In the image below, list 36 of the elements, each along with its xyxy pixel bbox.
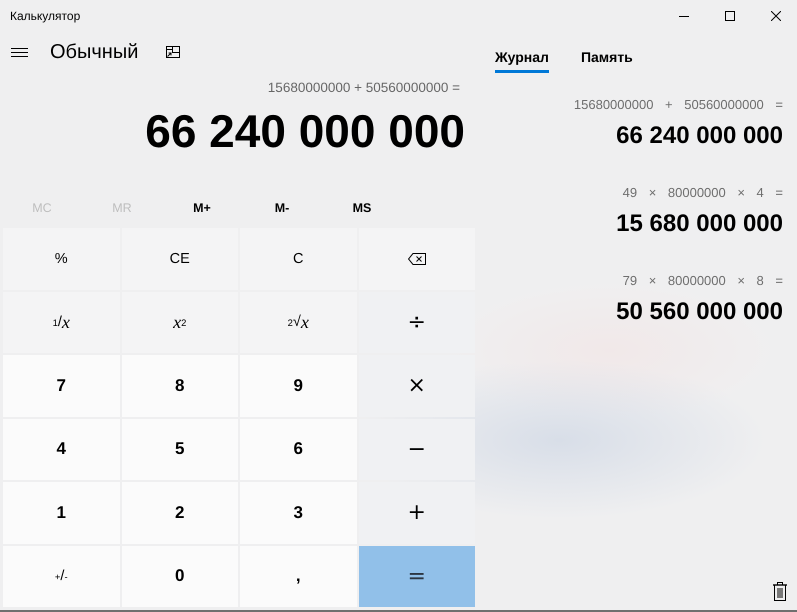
operator-key[interactable]: −	[358, 418, 475, 480]
history-expression[interactable]: 49 × 80000000 × 4 =	[622, 184, 783, 202]
decimal-key[interactable]: ,	[240, 546, 356, 607]
history-result[interactable]: 50 560 000 000	[616, 297, 783, 327]
digit-key[interactable]: 1	[3, 482, 120, 544]
digit-key[interactable]: 8	[122, 355, 238, 416]
trash-icon[interactable]	[773, 582, 787, 601]
mode-title: Обычный	[50, 40, 138, 64]
digit-key[interactable]: 9	[240, 355, 356, 416]
backspace-icon	[408, 252, 426, 265]
memory-button[interactable]: M-	[242, 190, 322, 226]
tab[interactable]: Журнал	[495, 42, 549, 73]
history-expression[interactable]: 15680000000 + 50560000000 =	[574, 96, 783, 114]
digit-key[interactable]: 3	[240, 482, 356, 544]
expression-text: 15680000000 + 50560000000 =	[266, 79, 461, 97]
digit-key[interactable]: 2	[122, 482, 238, 544]
history-result[interactable]: 15 680 000 000	[616, 209, 783, 239]
digit-key[interactable]: 4	[3, 418, 120, 480]
history-expression[interactable]: 79 × 80000000 × 8 =	[622, 272, 783, 290]
history-result[interactable]: 66 240 000 000	[616, 121, 783, 151]
tab[interactable]: Память	[580, 42, 633, 73]
function-key[interactable]: CE	[122, 228, 238, 290]
digit-key[interactable]: 6	[240, 418, 356, 480]
memory-button[interactable]: M+	[162, 190, 242, 226]
function-key[interactable]: C	[240, 228, 356, 290]
function-key[interactable]: %	[3, 228, 120, 290]
menu-icon[interactable]	[11, 48, 28, 56]
digit-key[interactable]: 7	[3, 355, 120, 416]
maximize-icon[interactable]	[725, 11, 735, 21]
result-display: 66 240 000 000	[145, 104, 466, 158]
digit-key[interactable]: 0	[122, 546, 238, 607]
digit-key[interactable]: 5	[122, 418, 238, 480]
memory-button[interactable]: MS	[322, 190, 402, 226]
equals-key[interactable]: =	[358, 546, 475, 607]
close-icon[interactable]	[771, 11, 781, 21]
window-title: Калькулятор	[10, 9, 80, 23]
